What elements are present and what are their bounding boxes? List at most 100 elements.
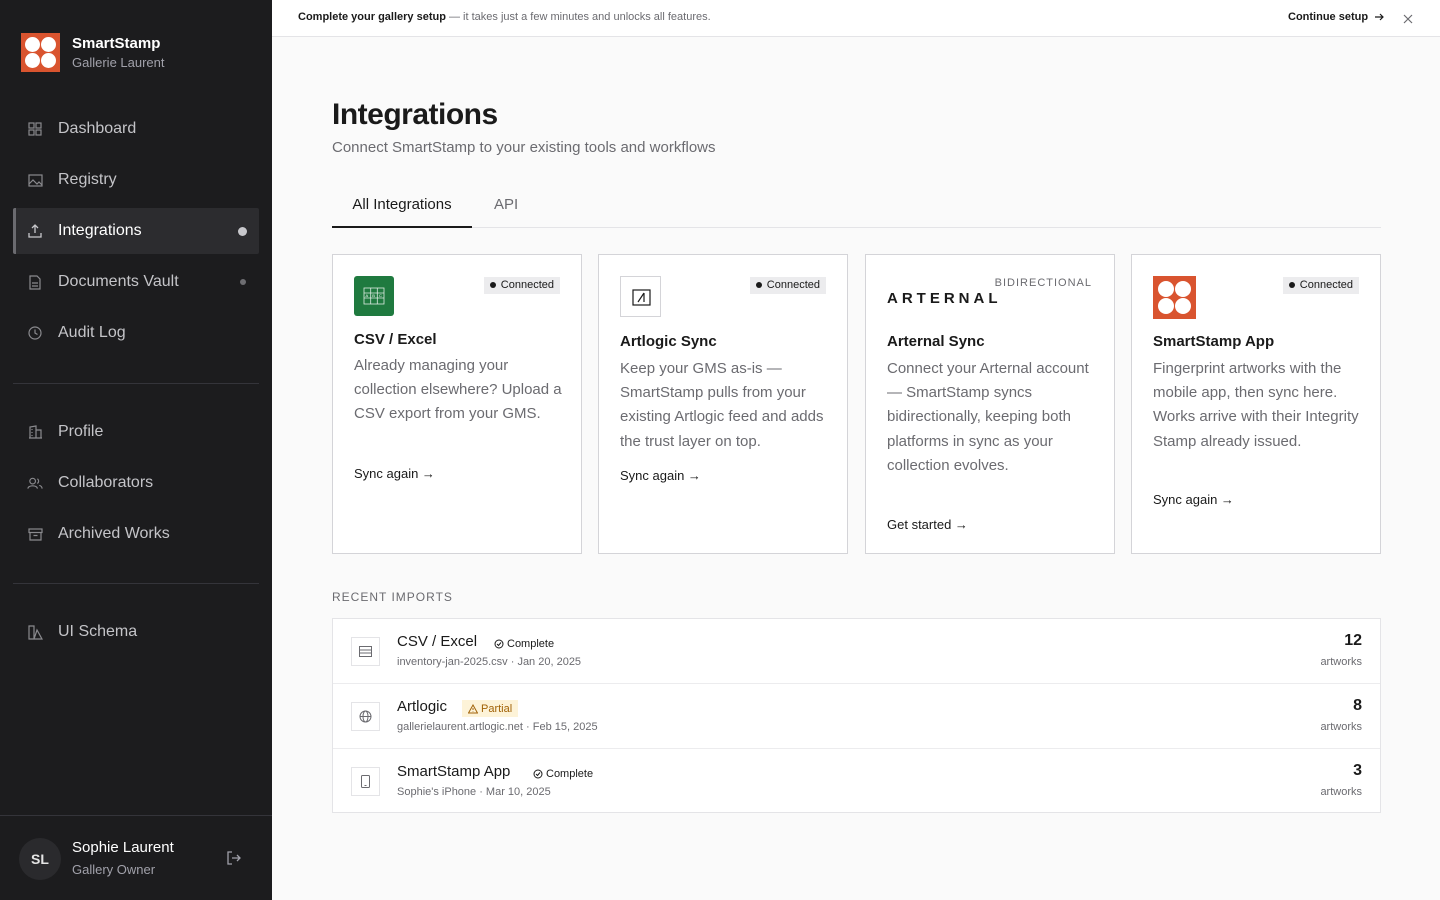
sidebar-item-ui-schema[interactable]: UI Schema bbox=[13, 609, 259, 655]
svg-text:B: B bbox=[372, 293, 375, 298]
recent-imports-heading: RECENT IMPORTS bbox=[332, 590, 453, 604]
building-icon bbox=[27, 424, 43, 440]
brand[interactable]: SmartStamp Gallerie Laurent bbox=[21, 33, 165, 72]
sidebar-item-registry[interactable]: Registry bbox=[13, 157, 259, 203]
sidebar-item-audit-log[interactable]: Audit Log bbox=[13, 310, 259, 356]
card-description: Fingerprint artworks with the mobile app… bbox=[1153, 360, 1359, 450]
card-description: Keep your GMS as-is — SmartStamp pulls f… bbox=[620, 360, 824, 450]
archive-icon bbox=[27, 526, 43, 542]
import-source: SmartStamp App bbox=[397, 763, 511, 780]
get-started-link[interactable]: Get started → bbox=[887, 517, 968, 532]
sync-again-link[interactable]: Sync again → bbox=[620, 468, 701, 483]
smartstamp-logo-icon bbox=[21, 33, 60, 72]
warning-icon bbox=[468, 703, 478, 713]
bidirectional-tag: BIDIRECTIONAL bbox=[994, 277, 1092, 289]
gallery-name: Gallerie Laurent bbox=[72, 54, 165, 70]
svg-text:C: C bbox=[379, 293, 382, 298]
status-badge: Complete bbox=[533, 765, 593, 782]
shapes-icon bbox=[27, 624, 43, 640]
sync-again-link[interactable]: Sync again → bbox=[1153, 492, 1234, 507]
secondary-nav: Profile Collaborators Archived Works bbox=[13, 409, 259, 562]
import-meta: Sophie's iPhone · Mar 10, 2025 bbox=[397, 786, 551, 798]
spreadsheet-icon: ABC bbox=[354, 276, 394, 316]
card-description: Already managing your collection elsewhe… bbox=[354, 357, 562, 423]
integration-card-artlogic: Connected Artlogic Sync Keep your GMS as… bbox=[598, 254, 848, 554]
sidebar-item-label: UI Schema bbox=[58, 623, 138, 640]
sidebar-item-label: Audit Log bbox=[58, 324, 126, 341]
import-meta: gallerielaurent.artlogic.net · Feb 15, 2… bbox=[397, 721, 598, 733]
page-title: Integrations bbox=[332, 98, 498, 131]
sidebar-item-profile[interactable]: Profile bbox=[13, 409, 259, 455]
sidebar-item-integrations[interactable]: Integrations bbox=[13, 208, 259, 254]
close-icon[interactable] bbox=[1402, 12, 1414, 24]
sidebar-item-dashboard[interactable]: Dashboard bbox=[13, 106, 259, 152]
brand-name: SmartStamp bbox=[72, 34, 161, 52]
sidebar-item-label: Documents Vault bbox=[58, 273, 179, 290]
phone-icon bbox=[351, 767, 380, 796]
continue-setup-button[interactable]: Continue setup bbox=[1288, 11, 1384, 23]
card-description: Connect your Arternal account — SmartSta… bbox=[887, 360, 1089, 474]
card-title: Artlogic Sync bbox=[620, 333, 717, 350]
import-meta: inventory-jan-2025.csv · Jan 20, 2025 bbox=[397, 656, 582, 668]
primary-nav: Dashboard Registry Integrations Document… bbox=[13, 106, 259, 361]
sync-again-link[interactable]: Sync again → bbox=[354, 466, 435, 481]
document-icon bbox=[27, 274, 43, 290]
avatar[interactable]: SL bbox=[19, 838, 61, 880]
recent-imports-list: CSV / Excel Complete inventory-jan-2025.… bbox=[332, 618, 1381, 813]
tertiary-nav: UI Schema bbox=[13, 609, 259, 660]
import-source: Artlogic bbox=[397, 698, 448, 715]
arrow-right-icon bbox=[1375, 13, 1384, 21]
artwork-count: 8 bbox=[1353, 697, 1362, 714]
sidebar-item-label: Profile bbox=[58, 423, 104, 440]
status-badge: Complete bbox=[494, 635, 554, 652]
sidebar-item-label: Registry bbox=[58, 171, 117, 188]
sidebar-item-label: Integrations bbox=[58, 222, 142, 239]
sidebar-divider bbox=[13, 383, 259, 384]
integration-tabs: All Integrations API bbox=[332, 186, 1381, 228]
globe-icon bbox=[351, 702, 380, 731]
table-row[interactable]: SmartStamp App Complete Sophie's iPhone … bbox=[333, 749, 1380, 814]
upload-icon bbox=[27, 223, 43, 239]
integration-card-arternal: ARTERNAL BIDIRECTIONAL Arternal Sync Con… bbox=[865, 254, 1115, 554]
card-title: Arternal Sync bbox=[887, 333, 985, 350]
logout-icon[interactable] bbox=[226, 850, 242, 866]
image-icon bbox=[27, 172, 43, 188]
sidebar-item-documents-vault[interactable]: Documents Vault bbox=[13, 259, 259, 305]
clock-icon bbox=[27, 325, 43, 341]
check-circle-icon bbox=[494, 639, 504, 648]
import-source: CSV / Excel bbox=[397, 633, 478, 650]
artwork-count-unit: artworks bbox=[1320, 786, 1362, 798]
grid-icon bbox=[27, 121, 43, 137]
artwork-count-unit: artworks bbox=[1320, 656, 1362, 668]
svg-text:A: A bbox=[366, 293, 369, 298]
sidebar-item-label: Collaborators bbox=[58, 474, 154, 491]
status-badge: Connected bbox=[749, 277, 826, 294]
table-row[interactable]: CSV / Excel Complete inventory-jan-2025.… bbox=[333, 619, 1380, 684]
smartstamp-logo-icon bbox=[1153, 276, 1196, 319]
sidebar-item-collaborators[interactable]: Collaborators bbox=[13, 460, 259, 506]
artwork-count-unit: artworks bbox=[1320, 721, 1362, 733]
user-name: Sophie Laurent bbox=[72, 839, 174, 856]
card-title: SmartStamp App bbox=[1153, 333, 1275, 350]
tab-api[interactable]: API bbox=[494, 186, 518, 228]
card-title: CSV / Excel bbox=[354, 331, 437, 348]
banner-message: Complete your gallery setup — it takes j… bbox=[298, 11, 711, 23]
user-profile: SL Sophie Laurent Gallery Owner bbox=[0, 815, 272, 900]
page-subtitle: Connect SmartStamp to your existing tool… bbox=[332, 139, 716, 156]
tab-all-integrations[interactable]: All Integrations bbox=[332, 186, 472, 228]
artwork-count: 12 bbox=[1344, 632, 1362, 649]
sidebar: SmartStamp Gallerie Laurent Dashboard Re… bbox=[0, 0, 272, 900]
sidebar-item-label: Archived Works bbox=[58, 525, 170, 542]
artlogic-logo-icon bbox=[620, 276, 661, 317]
integration-card-smartstamp-app: Connected SmartStamp App Fingerprint art… bbox=[1131, 254, 1381, 554]
sidebar-item-archived-works[interactable]: Archived Works bbox=[13, 511, 259, 557]
setup-banner: Complete your gallery setup — it takes j… bbox=[272, 0, 1440, 37]
notification-dot bbox=[240, 279, 246, 285]
users-icon bbox=[27, 475, 43, 491]
table-icon bbox=[351, 637, 380, 666]
table-row[interactable]: Artlogic Partial gallerielaurent.artlogi… bbox=[333, 684, 1380, 749]
status-badge: Partial bbox=[462, 700, 519, 717]
user-role: Gallery Owner bbox=[72, 862, 156, 877]
sidebar-divider bbox=[13, 583, 259, 584]
sidebar-item-label: Dashboard bbox=[58, 120, 137, 137]
